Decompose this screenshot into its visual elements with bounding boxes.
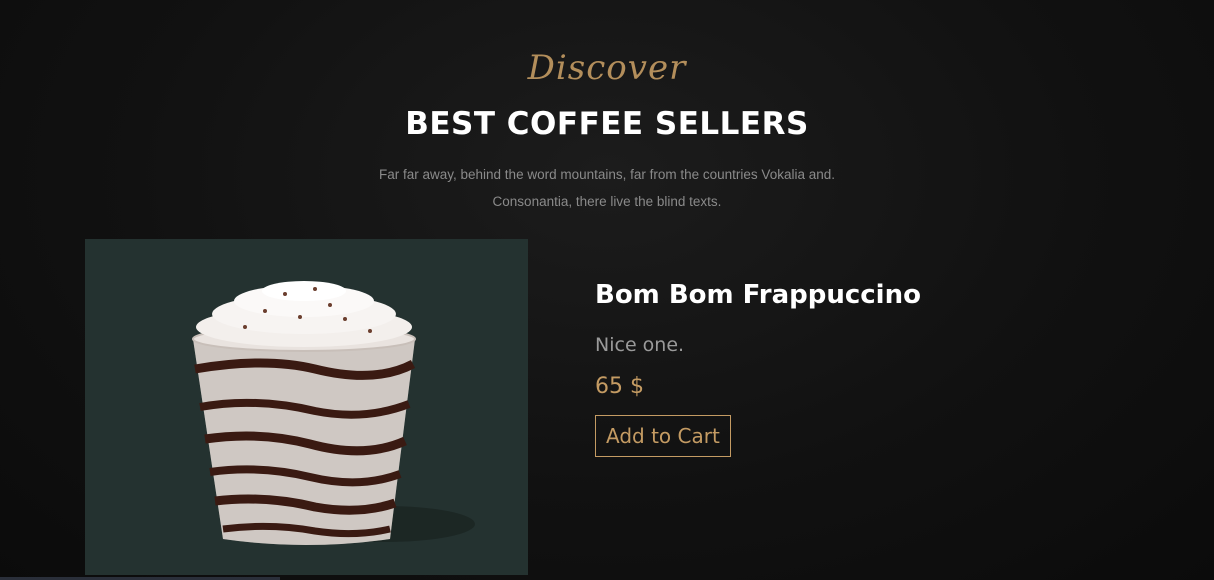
product-image[interactable] bbox=[85, 239, 528, 575]
section-subheading: Discover bbox=[527, 48, 687, 88]
product-name[interactable]: Bom Bom Frappuccino bbox=[595, 280, 921, 310]
frappuccino-image bbox=[192, 281, 475, 545]
section-title: BEST COFFEE SELLERS bbox=[405, 105, 809, 142]
best-sellers-section: Discover BEST COFFEE SELLERS Far far awa… bbox=[0, 0, 1214, 580]
product-price: 65 $ bbox=[595, 374, 644, 399]
product-info: Bom Bom Frappuccino Nice one. 65 $ Add t… bbox=[595, 280, 921, 457]
section-intro: Far far away, behind the word mountains,… bbox=[379, 166, 835, 209]
add-to-cart-button[interactable]: Add to Cart bbox=[595, 415, 731, 457]
product-description: Nice one. bbox=[595, 334, 685, 356]
